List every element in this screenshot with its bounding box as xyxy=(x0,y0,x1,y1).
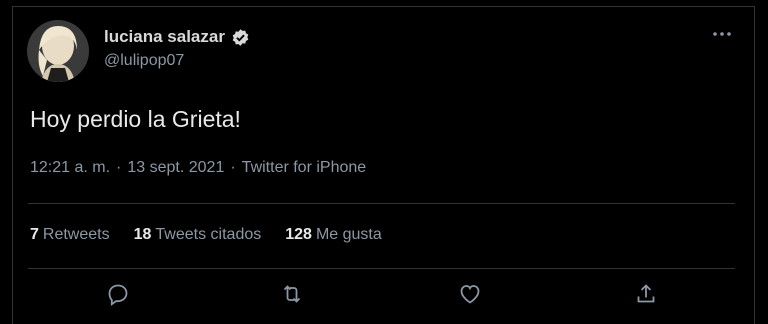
retweet-icon[interactable] xyxy=(280,282,304,306)
author-handle[interactable]: @lulipop07 xyxy=(104,52,184,70)
reply-icon[interactable] xyxy=(106,282,130,306)
quotes-label: Tweets citados xyxy=(155,226,262,243)
tweet-time[interactable]: 12:21 a. m. xyxy=(30,159,110,177)
meta-separator: · xyxy=(230,159,236,176)
likes-count: 128 xyxy=(285,226,312,243)
tweet-meta: 12:21 a. m. · 13 sept. 2021 · Twitter fo… xyxy=(30,159,366,177)
retweets-label: Retweets xyxy=(42,226,110,243)
share-icon[interactable] xyxy=(634,282,658,306)
divider xyxy=(28,268,735,269)
retweets-stat[interactable]: 7 Retweets xyxy=(30,226,110,244)
author-name[interactable]: luciana salazar xyxy=(104,27,225,47)
quotes-count: 18 xyxy=(133,226,152,243)
retweets-count: 7 xyxy=(30,226,39,243)
avatar[interactable] xyxy=(27,20,89,82)
tweet-date[interactable]: 13 sept. 2021 xyxy=(127,159,224,177)
author-name-row[interactable]: luciana salazar xyxy=(104,27,250,47)
tweet-actions xyxy=(0,282,768,312)
tweet-source[interactable]: Twitter for iPhone xyxy=(242,159,367,177)
meta-separator: · xyxy=(116,159,122,176)
likes-label: Me gusta xyxy=(315,226,382,243)
quotes-stat[interactable]: 18 Tweets citados xyxy=(134,226,262,244)
divider xyxy=(28,203,735,204)
tweet-text: Hoy perdio la Grieta! xyxy=(30,106,241,132)
more-icon[interactable] xyxy=(711,26,733,42)
likes-stat[interactable]: 128 Me gusta xyxy=(285,226,382,244)
tweet-stats: 7 Retweets 18 Tweets citados 128 Me gusta xyxy=(30,226,406,244)
verified-badge-icon xyxy=(231,28,250,47)
heart-icon[interactable] xyxy=(458,282,482,306)
